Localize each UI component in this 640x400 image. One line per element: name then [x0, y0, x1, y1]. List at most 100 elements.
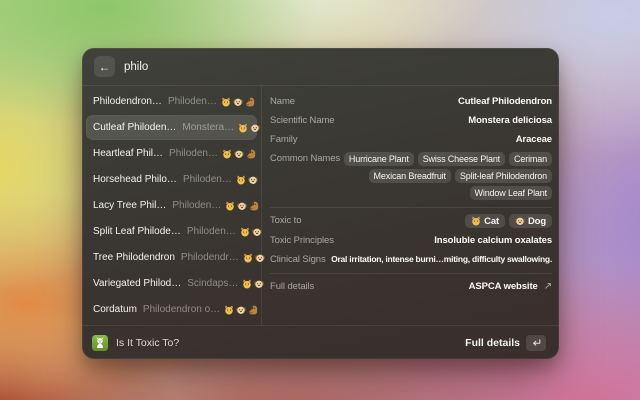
field-label: Family: [270, 134, 297, 145]
list-item-subtitle: Philoden…: [183, 174, 232, 185]
list-item-subtitle: Philoden…: [168, 96, 217, 107]
results-list: Philodendron… Philoden… Cutleaf Philoden… M…: [82, 86, 262, 325]
horse-icon: [248, 305, 258, 315]
dog-icon: [252, 227, 262, 237]
field-label: Full details: [270, 281, 314, 292]
detail-row-clinical-signs: Clinical Signs Oral irritation, intense …: [270, 254, 552, 266]
list-item-subtitle: Philodendr…: [181, 252, 239, 263]
return-key-icon: [526, 335, 546, 351]
aspca-link[interactable]: ASPCA website ↗: [314, 281, 552, 292]
field-label: Name: [270, 96, 295, 107]
field-label: Clinical Signs: [270, 254, 326, 265]
toxicity-animal-icons: [220, 305, 258, 315]
cat-icon: [243, 253, 253, 263]
cat-icon: [225, 201, 235, 211]
app-name: Is It Toxic To?: [116, 337, 179, 349]
list-item[interactable]: Tree Philodendron Philodendr…: [86, 245, 257, 270]
list-item[interactable]: Heartleaf Phil… Philoden…: [86, 141, 257, 166]
section-divider: [270, 273, 552, 274]
cat-icon: [240, 227, 250, 237]
aspca-link-label: ASPCA website: [469, 281, 538, 292]
detail-row-scientific-name: Scientific Name Monstera deliciosa: [270, 115, 552, 127]
dog-icon: [234, 149, 244, 159]
search-bar: ←: [82, 48, 559, 86]
list-item-subtitle: Philodendron o…: [143, 304, 220, 315]
dog-icon: [248, 175, 258, 185]
detail-row-common-names: Common Names Hurricane PlantSwiss Cheese…: [270, 153, 552, 200]
action-bar: Is It Toxic To? Full details: [82, 325, 559, 359]
list-item-title: Horsehead Philo…: [93, 174, 177, 185]
list-item-subtitle: Philoden…: [172, 200, 221, 211]
toxicity-animal-icons: [238, 279, 264, 289]
dog-icon: [515, 216, 525, 226]
detail-row-name: Name Cutleaf Philodendron: [270, 96, 552, 108]
list-item[interactable]: Philodendron… Philoden…: [86, 89, 257, 114]
list-item-subtitle: Monstera…: [182, 122, 234, 133]
cat-icon: [224, 305, 234, 315]
is-it-toxic-to-app-icon: [92, 335, 108, 351]
list-item-title: Heartleaf Phil…: [93, 148, 163, 159]
list-item-title: Variegated Philod…: [93, 278, 181, 289]
list-item-title: Cutleaf Philoden…: [93, 122, 176, 133]
field-value: Monstera deliciosa: [335, 115, 553, 126]
toxic-to-cat-tag: Cat: [465, 214, 505, 228]
list-item-subtitle: Philoden…: [169, 148, 218, 159]
horse-icon: [246, 149, 256, 159]
toxic-to-dog-tag: Dog: [509, 214, 552, 228]
horse-icon: [249, 201, 259, 211]
detail-row-family: Family Araceae: [270, 134, 552, 146]
field-value: Oral irritation, intense burni…miting, d…: [326, 254, 552, 264]
common-name-tag: Window Leaf Plant: [470, 186, 553, 200]
toxicity-animal-icons: [232, 175, 258, 185]
toxic-to-tags: Cat Dog: [301, 214, 552, 228]
list-item-title: Split Leaf Philode…: [93, 226, 181, 237]
dog-icon: [237, 201, 247, 211]
cat-icon: [238, 123, 248, 133]
search-input[interactable]: [124, 61, 547, 73]
dog-icon: [250, 123, 260, 133]
list-item[interactable]: Horsehead Philo… Philoden…: [86, 167, 257, 192]
list-item-subtitle: Philoden…: [187, 226, 236, 237]
cat-icon: [242, 279, 252, 289]
back-button[interactable]: ←: [94, 56, 115, 77]
toxicity-animal-icons: [217, 97, 255, 107]
field-label: Toxic Principles: [270, 235, 334, 246]
action-label: Full details: [465, 337, 520, 349]
field-value: Insoluble calcium oxalates: [334, 235, 552, 246]
external-link-icon: ↗: [544, 281, 552, 292]
list-item[interactable]: Variegated Philod… Scindaps…: [86, 271, 257, 296]
list-item[interactable]: Split Leaf Philode… Philoden…: [86, 219, 257, 244]
toxicity-animal-icons: [221, 201, 259, 211]
detail-row-full-details: Full details ASPCA website ↗: [270, 281, 552, 293]
cat-icon: [221, 97, 231, 107]
list-item-title: Philodendron…: [93, 96, 162, 107]
list-item-title: Lacy Tree Phil…: [93, 200, 166, 211]
list-item-subtitle: Scindaps…: [187, 278, 238, 289]
toxicity-animal-icons: [234, 123, 260, 133]
toxicity-animal-icons: [239, 253, 265, 263]
horse-icon: [245, 97, 255, 107]
common-name-tag: Mexican Breadfruit: [369, 169, 451, 183]
list-item-title: Tree Philodendron: [93, 252, 175, 263]
content-area: Philodendron… Philoden… Cutleaf Philoden… M…: [82, 86, 559, 325]
back-arrow-icon: ←: [99, 61, 111, 73]
toxicity-animal-icons: [236, 227, 262, 237]
extension-window: ← Philodendron… Philoden… Cutleaf Philoden…: [82, 48, 559, 359]
field-value: Cutleaf Philodendron: [295, 96, 552, 107]
cat-icon: [222, 149, 232, 159]
desktop-background: ← Philodendron… Philoden… Cutleaf Philoden…: [0, 0, 640, 400]
list-item-title: Cordatum: [93, 304, 137, 315]
list-item[interactable]: Cordatum Philodendron o…: [86, 297, 257, 322]
common-names-tags: Hurricane PlantSwiss Cheese PlantCeriman…: [340, 152, 552, 200]
section-divider: [270, 207, 552, 208]
list-item[interactable]: Cutleaf Philoden… Monstera…: [86, 115, 257, 140]
dog-icon: [233, 97, 243, 107]
animal-label: Dog: [528, 216, 546, 227]
common-name-tag: Hurricane Plant: [344, 152, 414, 166]
cat-icon: [471, 216, 481, 226]
full-details-action[interactable]: Full details: [462, 333, 549, 353]
common-name-tag: Swiss Cheese Plant: [418, 152, 505, 166]
dog-icon: [236, 305, 246, 315]
field-label: Toxic to: [270, 215, 301, 226]
list-item[interactable]: Lacy Tree Phil… Philoden…: [86, 193, 257, 218]
